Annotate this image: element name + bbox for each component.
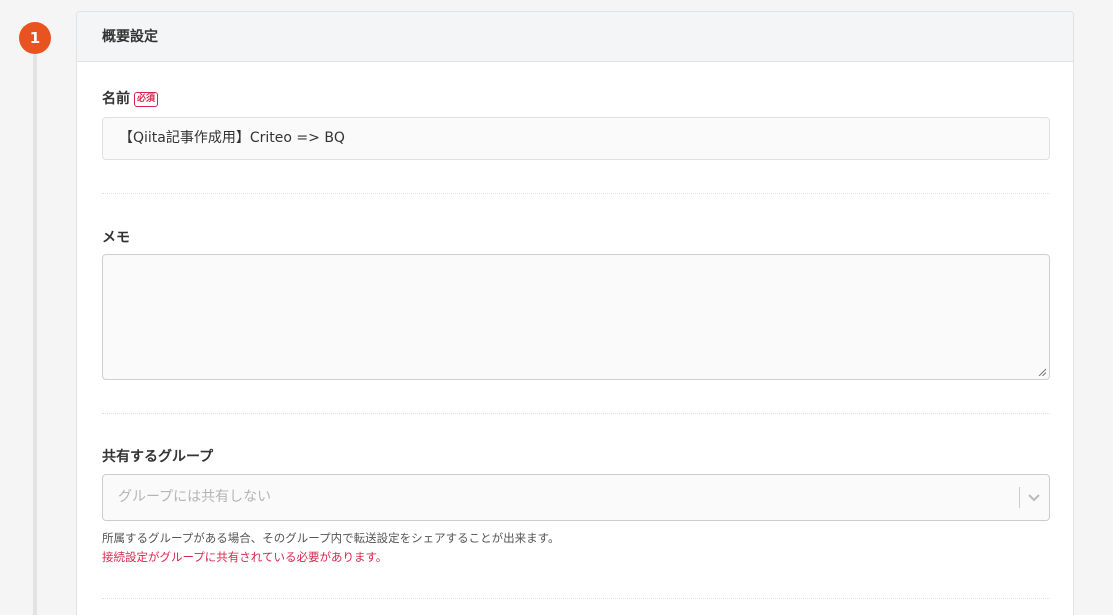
group-field-label: 共有するグループ: [102, 449, 214, 465]
group-help-text: 所属するグループがある場合、そのグループ内で転送設定をシェアすることが出来ます。: [102, 531, 560, 545]
group-select-placeholder: グループには共有しない: [118, 489, 272, 505]
transfer-settings-page: 1 概要設定 名前 必須 【Qiita記事作成用】Criteo => BQ メモ …: [0, 0, 1113, 615]
resize-grip-icon[interactable]: [1038, 368, 1046, 376]
memo-textarea[interactable]: [102, 254, 1050, 380]
group-select[interactable]: グループには共有しない: [102, 474, 1050, 521]
select-separator: [1019, 487, 1020, 508]
name-field-label: 名前 必須: [102, 88, 159, 108]
section-divider: [102, 193, 1050, 194]
section-divider: [102, 413, 1050, 414]
step-number-badge: 1: [19, 22, 51, 54]
overview-settings-card: 概要設定 名前 必須 【Qiita記事作成用】Criteo => BQ メモ 共有…: [76, 11, 1074, 615]
card-title: 概要設定: [77, 12, 1073, 62]
name-label-text: 名前: [102, 91, 130, 107]
required-badge: 必須: [134, 92, 159, 107]
chevron-down-icon[interactable]: [1027, 492, 1041, 504]
section-divider: [102, 598, 1050, 599]
memo-field-label: メモ: [102, 230, 130, 246]
name-input[interactable]: 【Qiita記事作成用】Criteo => BQ: [102, 117, 1050, 160]
group-warning-text: 接続設定がグループに共有されている必要があります。: [102, 550, 388, 564]
step-timeline: [33, 54, 37, 615]
